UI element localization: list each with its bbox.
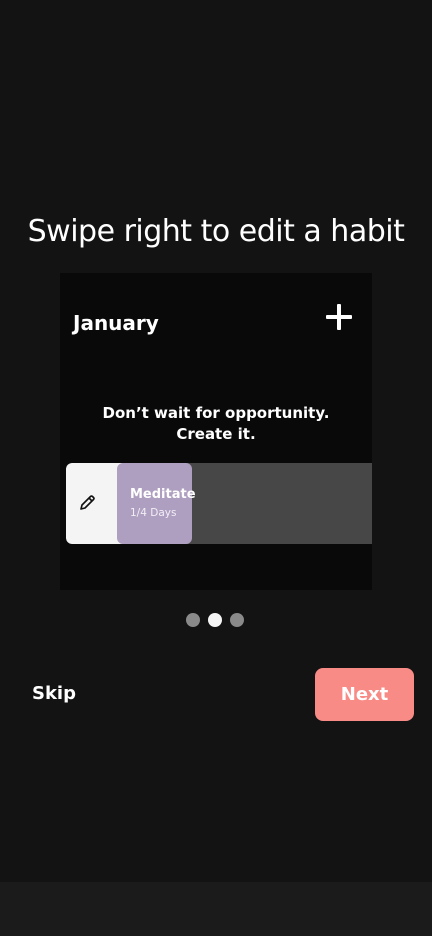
skip-button[interactable]: Skip <box>32 683 76 704</box>
month-heading: January <box>73 311 159 335</box>
system-navigation-bar <box>0 882 432 936</box>
next-button[interactable]: Next <box>315 668 414 721</box>
habit-name: Meditate <box>130 487 196 502</box>
page-dot <box>186 613 200 627</box>
page-dot <box>230 613 244 627</box>
habit-progress: 1/4 Days <box>130 507 177 519</box>
habit-card: Meditate 1/4 Days <box>117 463 196 544</box>
motivational-quote: Don’t wait for opportunity. Create it. <box>102 404 330 443</box>
pencil-icon <box>80 495 95 510</box>
onboarding-title: Swipe right to edit a habit <box>27 214 405 249</box>
habit-swipe-row: Meditate 1/4 Days <box>66 463 372 544</box>
page-indicator <box>186 613 244 627</box>
page-dot-active <box>208 613 222 627</box>
habit-preview-card: January Don’t wait for opportunity. Crea… <box>60 273 372 590</box>
plus-icon <box>324 302 354 332</box>
